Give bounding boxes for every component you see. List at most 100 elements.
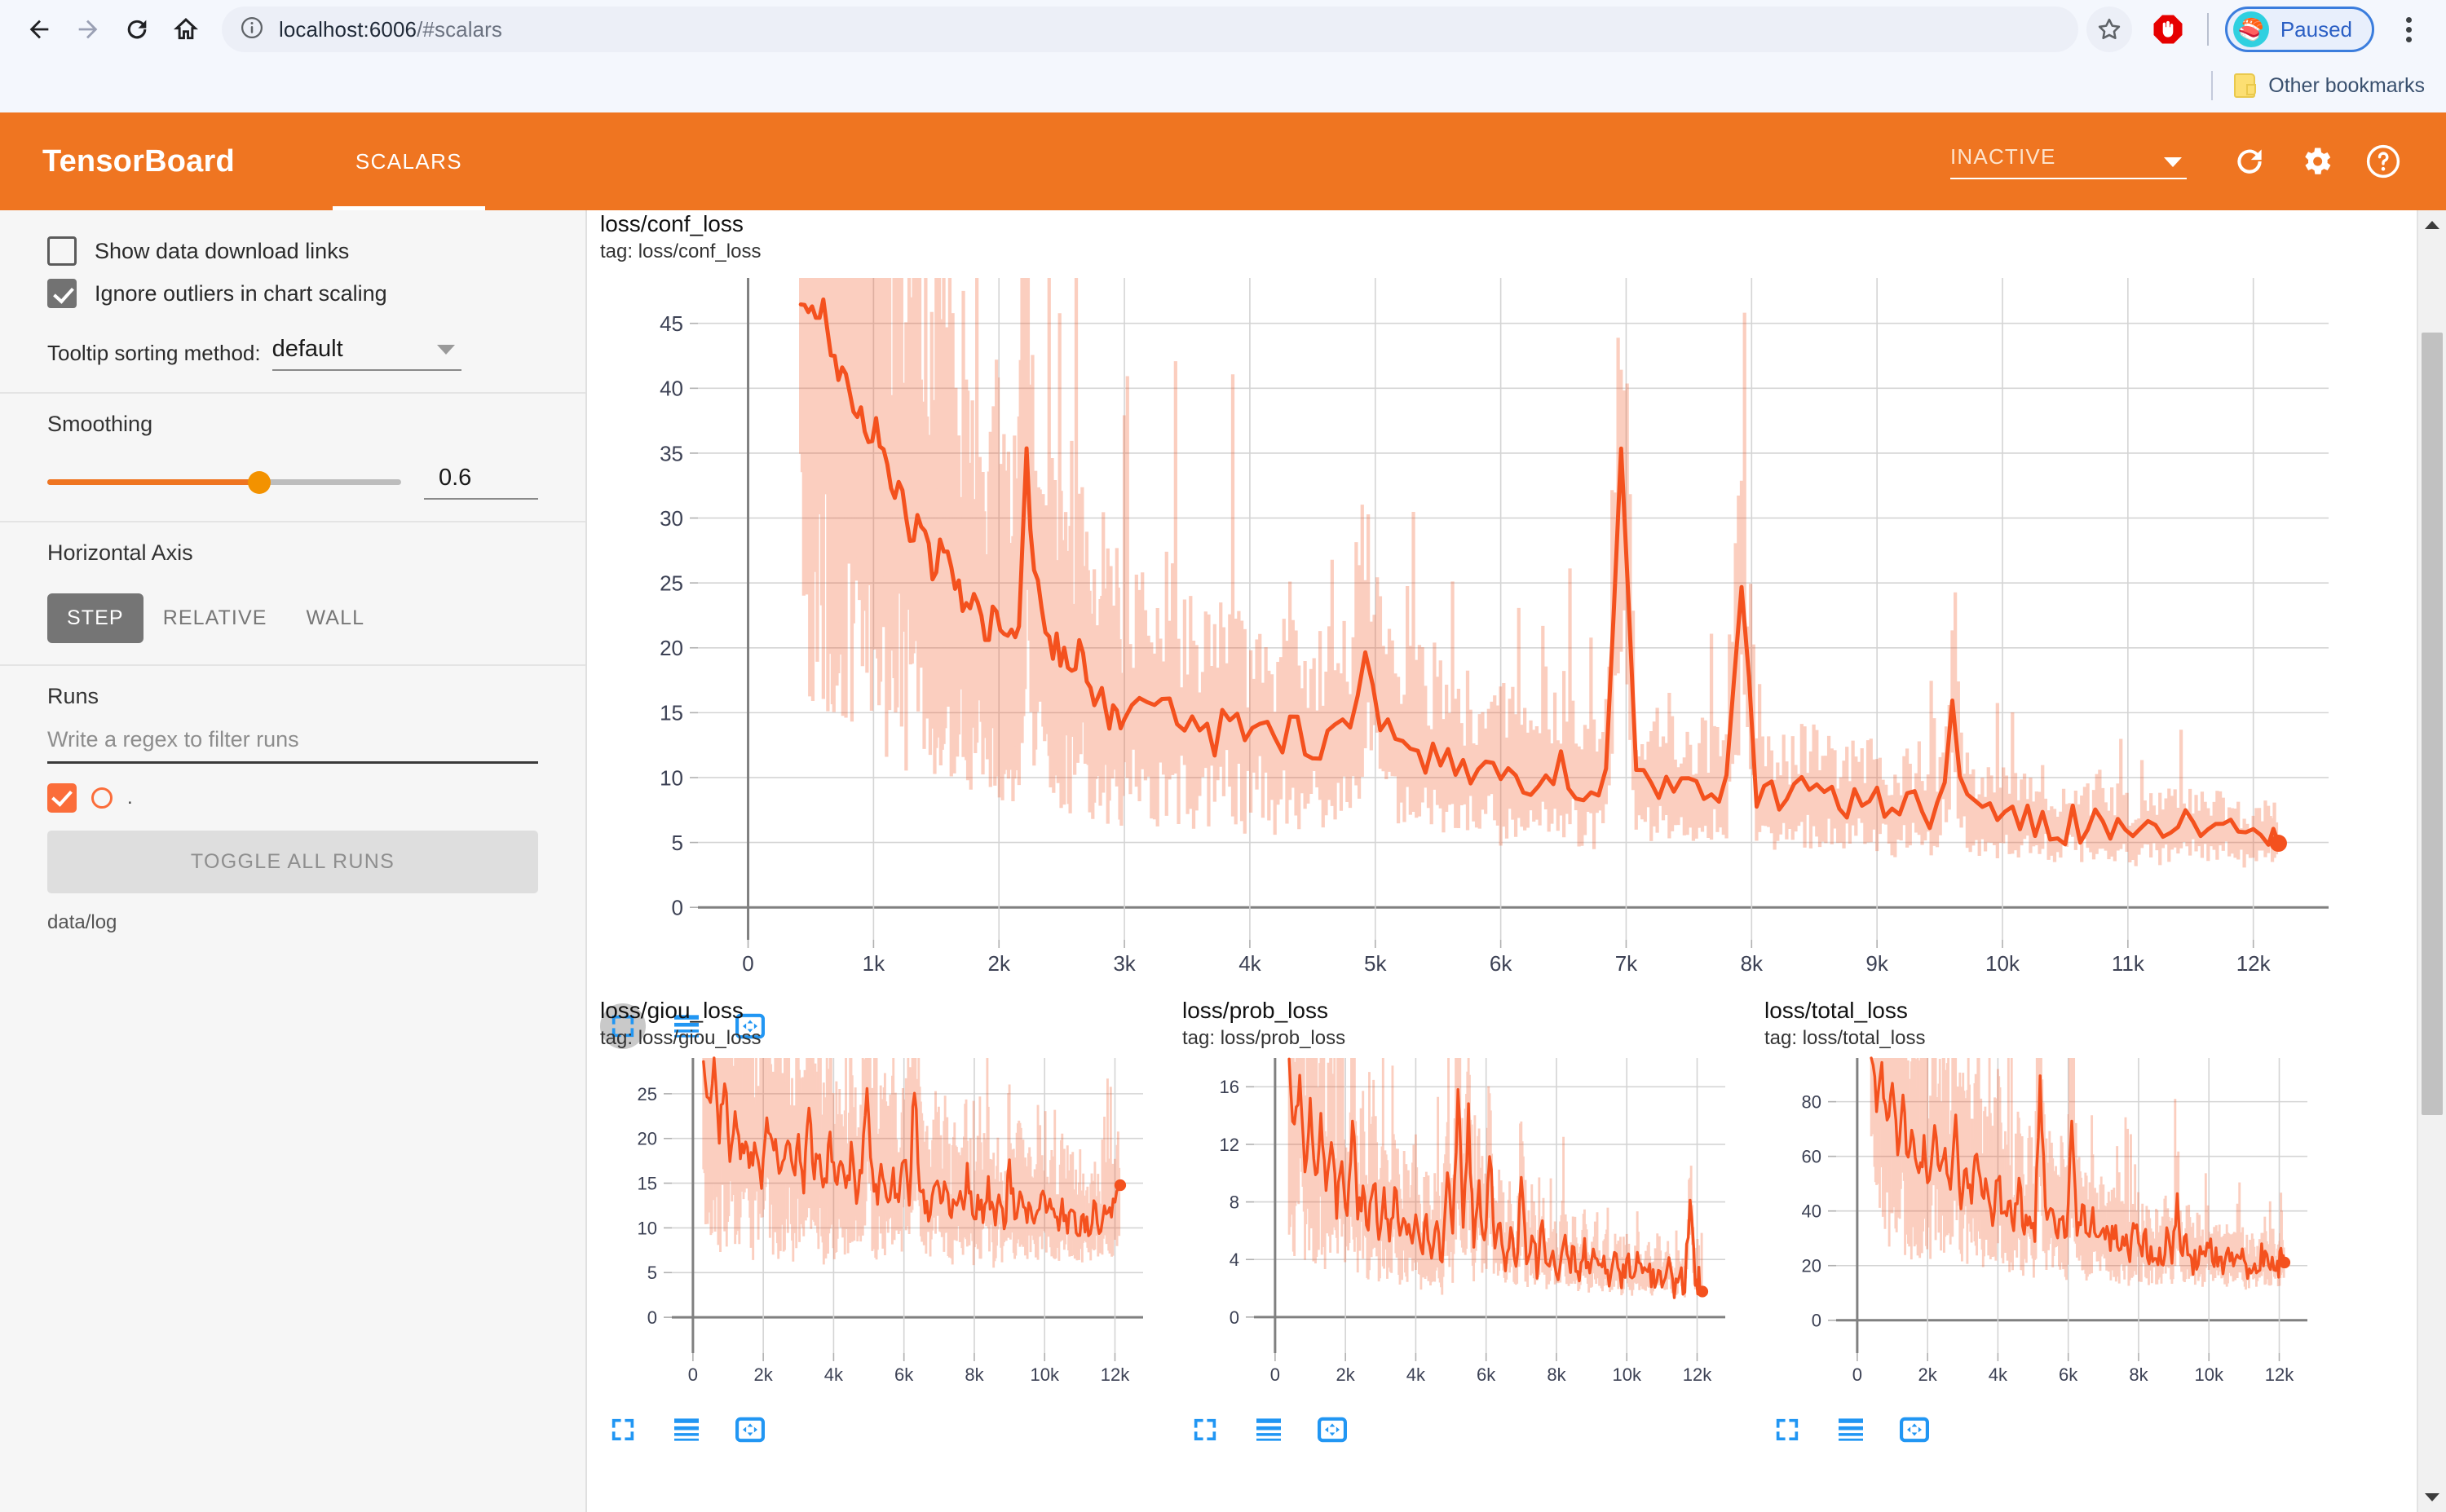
- chevron-down-icon: [2164, 156, 2182, 167]
- axis-option-wall[interactable]: WALL: [287, 593, 385, 643]
- svg-text:12: 12: [1220, 1135, 1239, 1155]
- expand-icon[interactable]: [600, 1407, 646, 1452]
- run-checkbox[interactable]: [47, 783, 77, 813]
- plot-svg-conf-loss: 0 5 10 15 20 25 30 35 40 45 0 1k 2k 3k 4k 5k 6k 7k 8k 9k 10k…: [660, 278, 2329, 976]
- toolbar-divider: [2206, 13, 2209, 46]
- vertical-scrollbar[interactable]: [2417, 210, 2446, 1512]
- bookmark-star-icon[interactable]: [2086, 7, 2132, 52]
- svg-text:20: 20: [638, 1129, 657, 1149]
- sidebar: Show data download links Ignore outliers…: [0, 210, 587, 1512]
- other-bookmarks-button[interactable]: Other bookmarks: [2234, 73, 2425, 98]
- profile-button[interactable]: 🍣 Paused: [2224, 7, 2374, 52]
- plot-giou-loss[interactable]: 0 5 10 15 20 25 0 2k 4k 6k 8k 10k 12k: [600, 1050, 1163, 1400]
- chart-card-conf-loss: loss/conf_loss tag: loss/conf_loss 0 5 10 1…: [600, 210, 2361, 1050]
- pan-icon[interactable]: [727, 1407, 773, 1452]
- svg-text:10: 10: [638, 1218, 657, 1238]
- expand-icon[interactable]: [1764, 1407, 1810, 1452]
- scroll-down-icon[interactable]: [2418, 1483, 2446, 1512]
- svg-text:40: 40: [660, 377, 683, 401]
- svg-text:0: 0: [1852, 1364, 1862, 1385]
- show-download-links-checkbox[interactable]: [47, 236, 77, 266]
- smoothing-row: 0.6: [47, 465, 538, 500]
- tooltip-sorting-select[interactable]: default: [272, 336, 461, 371]
- svg-text:6k: 6k: [1477, 1364, 1496, 1385]
- plot-svg-prob-loss: 0 4 8 12 16 0 2k 4k 6k 8k 10k 12k: [1220, 1057, 1725, 1385]
- svg-text:2k: 2k: [1336, 1364, 1356, 1385]
- address-bar-text: localhost:6006/#scalars: [279, 16, 503, 42]
- svg-text:30: 30: [660, 506, 683, 531]
- charts-area: loss/conf_loss tag: loss/conf_loss 0 5 10 1…: [587, 210, 2446, 1512]
- expand-icon[interactable]: [1182, 1407, 1228, 1452]
- slider-thumb[interactable]: [248, 470, 272, 494]
- data-table-icon[interactable]: [1246, 1407, 1291, 1452]
- gear-icon[interactable]: [2283, 128, 2350, 195]
- bookmarks-divider: [2211, 71, 2214, 100]
- ignore-outliers-row[interactable]: Ignore outliers in chart scaling: [47, 279, 538, 308]
- back-arrow-icon[interactable]: [15, 5, 64, 54]
- tooltip-sorting-row: Tooltip sorting method: default: [47, 336, 538, 371]
- help-icon[interactable]: [2350, 128, 2417, 195]
- sidebar-horizontal-axis: Horizontal Axis STEP RELATIVE WALL: [0, 522, 585, 666]
- chart-tag: tag: loss/giou_loss: [600, 1027, 762, 1050]
- ignore-outliers-checkbox[interactable]: [47, 279, 77, 308]
- svg-text:35: 35: [660, 441, 683, 465]
- browser-toolbar: localhost:6006/#scalars 🍣 Paused: [0, 0, 2446, 59]
- refresh-icon[interactable]: [2216, 128, 2283, 195]
- svg-text:15: 15: [638, 1174, 657, 1194]
- svg-text:3k: 3k: [1113, 951, 1136, 976]
- home-icon[interactable]: [161, 5, 210, 54]
- svg-text:6k: 6k: [2059, 1364, 2078, 1385]
- pan-icon[interactable]: [1309, 1407, 1355, 1452]
- run-list-item[interactable]: .: [47, 783, 538, 813]
- svg-text:4k: 4k: [1989, 1364, 2008, 1385]
- chart-toolbar-prob-loss: [1182, 1407, 1745, 1452]
- runs-filter-input[interactable]: Write a regex to filter runs: [47, 727, 538, 764]
- sidebar-smoothing: Smoothing 0.6: [0, 394, 585, 522]
- app-logo: TensorBoard: [42, 143, 235, 179]
- svg-text:5: 5: [672, 831, 683, 855]
- pan-icon[interactable]: [1892, 1407, 1937, 1452]
- chart-card-giou-loss: loss/giou_loss tag: loss/giou_loss 0 5 10 1…: [600, 997, 1163, 1452]
- tab-scalars[interactable]: SCALARS: [332, 112, 486, 210]
- site-info-icon[interactable]: [240, 15, 264, 44]
- svg-text:4: 4: [1230, 1250, 1239, 1270]
- scroll-up-icon[interactable]: [2418, 210, 2446, 240]
- axis-option-step[interactable]: STEP: [47, 593, 143, 643]
- chart-toolbar-total-loss: [1764, 1407, 2327, 1452]
- plot-conf-loss[interactable]: 0 5 10 15 20 25 30 35 40 45 0 1k 2k 3k 4k 5k 6k 7k 8k 9k 10k…: [600, 263, 2361, 997]
- show-download-links-row[interactable]: Show data download links: [47, 236, 538, 266]
- plot-prob-loss[interactable]: 0 4 8 12 16 0 2k 4k 6k 8k 10k 12k: [1182, 1050, 1745, 1400]
- run-logdir-path: data/log: [47, 911, 117, 933]
- svg-text:0: 0: [1270, 1364, 1280, 1385]
- run-status-select[interactable]: INACTIVE: [1950, 144, 2187, 179]
- address-bar[interactable]: localhost:6006/#scalars: [222, 7, 2078, 52]
- smoothing-slider[interactable]: [47, 469, 401, 496]
- forward-arrow-icon[interactable]: [64, 5, 113, 54]
- svg-text:4k: 4k: [1238, 951, 1261, 976]
- svg-text:0: 0: [647, 1307, 657, 1328]
- svg-text:12k: 12k: [1683, 1364, 1712, 1385]
- svg-text:0: 0: [672, 896, 683, 920]
- chevron-down-icon: [436, 345, 455, 355]
- run-color-dot: [91, 787, 113, 809]
- scrollbar-thumb[interactable]: [2422, 333, 2443, 1115]
- adblock-icon[interactable]: [2145, 7, 2191, 52]
- plot-total-loss[interactable]: 0 20 40 60 80 0 2k 4k 6k 8k 10k 12k: [1764, 1050, 2327, 1400]
- svg-text:0: 0: [1812, 1311, 1821, 1331]
- svg-text:8k: 8k: [1741, 951, 1764, 976]
- kebab-menu-icon[interactable]: [2386, 7, 2431, 52]
- data-table-icon[interactable]: [664, 1407, 709, 1452]
- toggle-all-runs-button[interactable]: TOGGLE ALL RUNS: [47, 831, 538, 893]
- svg-text:5k: 5k: [1364, 951, 1387, 976]
- ignore-outliers-label: Ignore outliers in chart scaling: [95, 280, 387, 306]
- reload-icon[interactable]: [113, 5, 161, 54]
- svg-text:20: 20: [660, 636, 683, 660]
- svg-text:80: 80: [1802, 1092, 1821, 1113]
- browser-actions: 🍣 Paused: [2086, 7, 2431, 52]
- svg-text:0: 0: [1230, 1307, 1239, 1328]
- data-table-icon[interactable]: [1828, 1407, 1874, 1452]
- smoothing-value-field[interactable]: 0.6: [424, 465, 538, 500]
- svg-text:9k: 9k: [1865, 951, 1888, 976]
- svg-text:45: 45: [660, 311, 683, 336]
- axis-option-relative[interactable]: RELATIVE: [143, 593, 287, 643]
